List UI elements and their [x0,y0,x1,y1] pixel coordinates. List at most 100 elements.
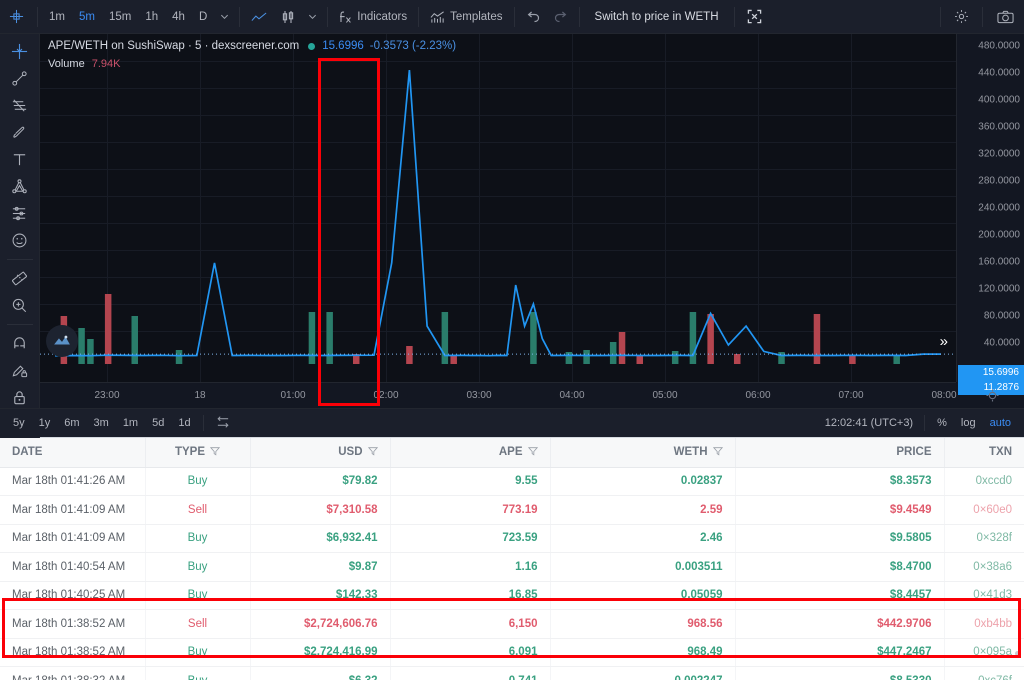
zoom-in-icon[interactable] [0,292,40,319]
filter-icon[interactable] [528,446,538,459]
table-row[interactable]: Mar 18th 01:38:32 AMBuy$6.320.7410.00224… [0,667,1024,680]
fullscreen-button[interactable] [739,0,770,34]
chart-top-toolbar: 1m 5m 15m 1h 4h D [0,0,1024,34]
cell-type: Buy [145,638,250,667]
fib-retracement-icon[interactable] [0,92,40,119]
trades-table: DATE TYPE USD [0,438,1024,680]
cursor-crosshair-icon[interactable] [0,38,40,65]
lock-icon[interactable] [0,384,40,411]
price-axis[interactable]: 480.0000 440.0000 400.0000 360.0000 320.… [956,34,1024,382]
cell-price: $8.4457 [735,581,944,610]
cell-txn[interactable]: 0×38a6 [944,553,1024,582]
table-row[interactable]: Mar 18th 01:41:09 AMSell$7,310.58773.192… [0,496,1024,525]
filter-icon[interactable] [713,446,723,459]
range-5y-button[interactable]: 5y [6,409,32,438]
table-row[interactable]: Mar 18th 01:41:26 AMBuy$79.829.550.02837… [0,467,1024,496]
magnet-icon[interactable] [0,330,40,357]
cell-date: Mar 18th 01:40:54 AM [0,553,145,582]
chart-type-line-button[interactable] [244,0,274,34]
undo-button[interactable] [519,0,547,34]
range-3m-button[interactable]: 3m [87,409,116,438]
text-tool-icon[interactable] [0,146,40,173]
redo-button[interactable] [547,0,575,34]
interval-d-button[interactable]: D [192,0,214,34]
interval-4h-button[interactable]: 4h [165,0,192,34]
crosshair-tool-button[interactable] [0,0,33,34]
templates-button[interactable]: Templates [423,0,509,34]
table-row[interactable]: Mar 18th 01:38:52 AMSell$2,724,606.766,1… [0,610,1024,639]
brush-icon[interactable] [0,119,40,146]
forecast-icon[interactable] [0,200,40,227]
date-range-button[interactable] [209,409,237,438]
time-tick: 23:00 [94,390,119,401]
table-row[interactable]: Mar 18th 01:41:09 AMBuy$6,932.41723.592.… [0,524,1024,553]
cell-txn[interactable]: 0×41d3 [944,581,1024,610]
cell-txn[interactable]: 0xccd0 [944,467,1024,496]
table-row[interactable]: Mar 18th 01:38:52 AMBuy$2,724,416.996,09… [0,638,1024,667]
range-6m-button[interactable]: 6m [57,409,86,438]
filter-icon[interactable] [210,446,220,459]
column-header-usd[interactable]: USD [250,438,390,467]
auto-scale-button[interactable]: auto [983,409,1018,438]
range-1y-button[interactable]: 1y [32,409,58,438]
measure-ruler-icon[interactable] [0,265,40,292]
chart-type-candles-button[interactable] [274,0,302,34]
header-weth-content: WETH [563,446,723,459]
volume-bar [176,350,183,364]
column-header-date[interactable]: DATE [0,438,145,467]
chart-plot-area[interactable]: APE/WETH on SushiSwap · 5 · dexscreener.… [40,34,956,382]
time-tick: 01:00 [280,390,305,401]
price-tick: 240.0000 [978,203,1020,214]
table-row[interactable]: Mar 18th 01:40:25 AMBuy$142.3316.850.050… [0,581,1024,610]
trades-table-panel[interactable]: DATE TYPE USD [0,438,1024,680]
range-5d-button[interactable]: 5d [145,409,171,438]
cell-ape: 0.741 [390,667,550,680]
interval-5m-button[interactable]: 5m [72,0,102,34]
column-header-price[interactable]: PRICE [735,438,944,467]
lock-drawings-icon[interactable] [0,357,40,384]
indicators-button[interactable]: Indicators [332,0,414,34]
chart-settings-button[interactable] [945,0,978,34]
trend-line-icon[interactable] [0,65,40,92]
price-tick: 400.0000 [978,95,1020,106]
time-axis[interactable]: 23:00 18 01:00 02:00 03:00 04:00 05:00 0… [40,382,956,408]
table-row[interactable]: Mar 18th 01:40:54 AMBuy$9.871.160.003511… [0,553,1024,582]
cell-txn[interactable]: 0×60e0 [944,496,1024,525]
volume-bar [406,346,413,364]
price-tick: 160.0000 [978,257,1020,268]
cell-txn[interactable]: 0×328f [944,524,1024,553]
toolbar-divider [37,7,38,27]
interval-1m-button[interactable]: 1m [42,0,72,34]
interval-15m-button[interactable]: 15m [102,0,138,34]
dexscreener-watermark-logo [46,325,78,357]
scroll-to-realtime-button[interactable] [980,383,1004,407]
patterns-icon[interactable] [0,173,40,200]
volume-bar [778,352,785,364]
range-1m-button[interactable]: 1m [116,409,145,438]
gear-icon [954,9,969,24]
chart-type-more-button[interactable] [302,0,323,34]
volume-bar [105,294,112,364]
emoji-icon[interactable] [0,227,40,254]
cell-txn[interactable]: 0xb4bb [944,610,1024,639]
interval-more-button[interactable] [214,0,235,34]
range-1d-button[interactable]: 1d [171,409,197,438]
snapshot-button[interactable] [987,0,1024,34]
cell-txn[interactable]: 0xc76f [944,667,1024,680]
log-scale-button[interactable]: log [954,409,983,438]
column-header-type[interactable]: TYPE [145,438,250,467]
cell-price: $8.3573 [735,467,944,496]
column-header-ape[interactable]: APE [390,438,550,467]
cell-txn[interactable]: 0×095a [944,638,1024,667]
interval-1h-button[interactable]: 1h [138,0,165,34]
filter-icon[interactable] [368,446,378,459]
cell-type: Buy [145,581,250,610]
column-header-txn[interactable]: TXN [944,438,1024,467]
column-header-weth[interactable]: WETH [550,438,735,467]
price-tick: 320.0000 [978,149,1020,160]
switch-price-currency-button[interactable]: Switch to price in WETH [584,0,730,34]
percent-scale-button[interactable]: % [930,409,954,438]
cell-type: Sell [145,610,250,639]
cell-date: Mar 18th 01:41:09 AM [0,496,145,525]
cell-weth: 968.49 [550,638,735,667]
